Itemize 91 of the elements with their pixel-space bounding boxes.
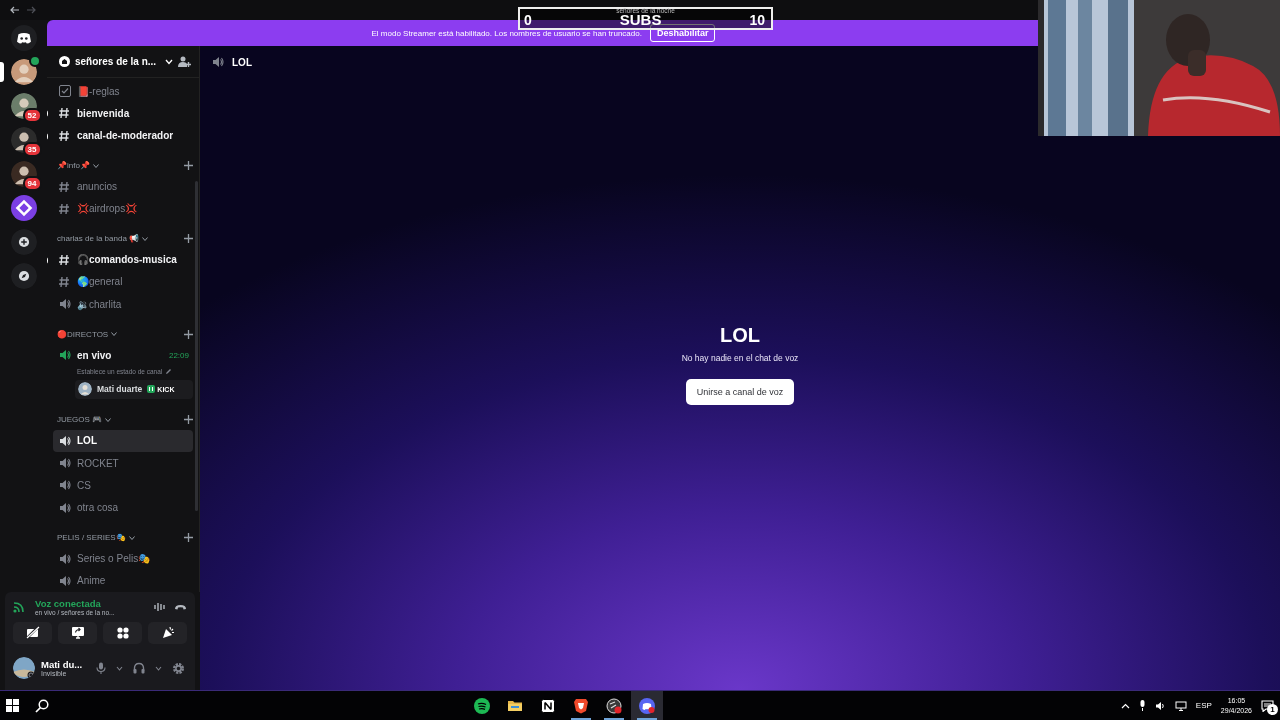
voice-channel[interactable]: LOL (53, 429, 193, 452)
chat-app-icon[interactable] (10, 25, 37, 51)
text-channel[interactable]: 💢airdrops💢 (53, 197, 193, 220)
category-header[interactable]: JUEGOS 🎮 (57, 415, 184, 425)
mention-badge: 52 (22, 108, 42, 123)
user-avatar-icon[interactable] (13, 657, 35, 679)
network-icon[interactable] (1174, 700, 1187, 711)
soundboard-icon (160, 626, 175, 640)
goal-target: 10 (749, 12, 765, 28)
text-channel[interactable]: bienvenida (53, 102, 193, 125)
invite-people-icon[interactable] (178, 55, 191, 68)
voice-channel[interactable]: ROCKET (53, 452, 193, 475)
settings-icon[interactable] (172, 661, 185, 675)
windows-start-icon[interactable] (6, 699, 19, 712)
back-arrow-icon[interactable] (10, 6, 20, 14)
add-channel-icon[interactable] (184, 415, 193, 425)
chevron-down-icon (92, 163, 99, 168)
taskbar-app[interactable] (631, 691, 663, 720)
username: Mati du... (41, 659, 84, 670)
elapsed-time: 22:09 (168, 350, 190, 360)
chevron-down-icon (105, 417, 112, 422)
voice-channel[interactable]: Anime (53, 569, 193, 592)
chevron-down-icon (128, 535, 135, 540)
empty-voice-message: No hay nadie en el chat de voz (681, 352, 799, 363)
voice-connected-label[interactable]: Voz conectada (35, 598, 146, 609)
add-channel-icon[interactable] (184, 329, 193, 339)
diamond-logo-icon[interactable] (10, 195, 37, 221)
voice-channel[interactable]: 🔉charlita (53, 293, 193, 316)
add-channel-icon[interactable] (184, 161, 193, 171)
search-icon[interactable] (35, 698, 49, 713)
speaker-icon (212, 56, 224, 68)
server-icon[interactable] (59, 56, 70, 67)
category-header[interactable]: 📌info📌 (57, 161, 184, 171)
server-name[interactable]: señores de la n... (75, 56, 160, 67)
add-server-icon[interactable] (10, 229, 37, 255)
add-channel-icon[interactable] (184, 533, 193, 543)
signal-icon[interactable] (13, 601, 27, 613)
screen-share-icon (70, 626, 85, 640)
text-channel[interactable]: canal-de-moderador (53, 124, 193, 147)
disconnect-icon[interactable] (174, 603, 187, 611)
compass-icon[interactable] (10, 263, 37, 289)
text-channel[interactable]: 🎧comandos-musica (53, 248, 193, 271)
chevron-down-icon (142, 236, 149, 241)
mention-badge: 35 (22, 142, 42, 157)
text-channel[interactable]: 📕-reglas (53, 80, 193, 103)
notebook-icon (540, 697, 556, 714)
screen-share-button[interactable] (58, 622, 97, 644)
noise-suppression-icon[interactable] (154, 602, 166, 612)
keyboard-language[interactable]: ESP (1195, 701, 1212, 710)
soundboard-button[interactable] (148, 622, 187, 644)
headphones-icon[interactable] (133, 662, 145, 674)
pencil-icon[interactable] (165, 368, 173, 376)
hash-icon (59, 253, 71, 266)
banner-message: El modo Streamer está habilitado. Los nombres de usuario se han truncado. (371, 28, 642, 38)
camera-off-icon (25, 626, 40, 640)
chevron-down-icon (111, 332, 118, 337)
category-header[interactable]: 🔴DIRECTOS (57, 329, 184, 339)
microphone-icon[interactable] (1138, 700, 1146, 711)
notification-count: 1 (1267, 703, 1278, 715)
category-header[interactable]: charlas de la banda 📢 (57, 234, 184, 244)
voice-channel[interactable]: Series o Pelis🎭 (53, 547, 193, 570)
category-header[interactable]: PELIS / SERIES🎭 (57, 533, 184, 543)
broadcast-icon (147, 385, 156, 394)
voice-channel[interactable]: en vivo (53, 344, 169, 367)
disable-button[interactable]: Deshabilitar (649, 24, 716, 42)
user-avatar-icon (78, 382, 92, 397)
mention-badge: 94 (22, 176, 42, 191)
hash-icon (59, 129, 71, 142)
voice-channel[interactable]: otra cosa (53, 496, 193, 519)
camera-off-button[interactable] (13, 622, 52, 644)
notifications-icon[interactable] (1261, 699, 1274, 712)
chevron-up-icon[interactable] (1120, 702, 1130, 709)
hash-icon (59, 107, 71, 120)
text-channel[interactable]: 🌎general (53, 270, 193, 294)
text-channel[interactable]: anuncios (53, 175, 193, 198)
checklist-icon (59, 85, 71, 98)
activities-button[interactable] (103, 622, 142, 644)
channel-title: LOL (232, 56, 252, 68)
hash-icon (59, 275, 71, 288)
chat-app-icon (639, 697, 655, 714)
channel-heading: LOL (720, 323, 760, 347)
join-voice-button[interactable]: Unirse a canal de voz (685, 378, 795, 405)
activities-icon (115, 626, 130, 640)
voice-channel[interactable]: CS (53, 474, 193, 497)
music-app-icon (474, 697, 490, 714)
add-channel-icon[interactable] (184, 234, 193, 244)
speaker-icon[interactable] (1154, 700, 1166, 711)
goal-start: 0 (524, 12, 532, 28)
hash-icon (59, 202, 71, 215)
hash-icon (59, 180, 71, 193)
server-avatar-icon[interactable] (10, 59, 37, 85)
